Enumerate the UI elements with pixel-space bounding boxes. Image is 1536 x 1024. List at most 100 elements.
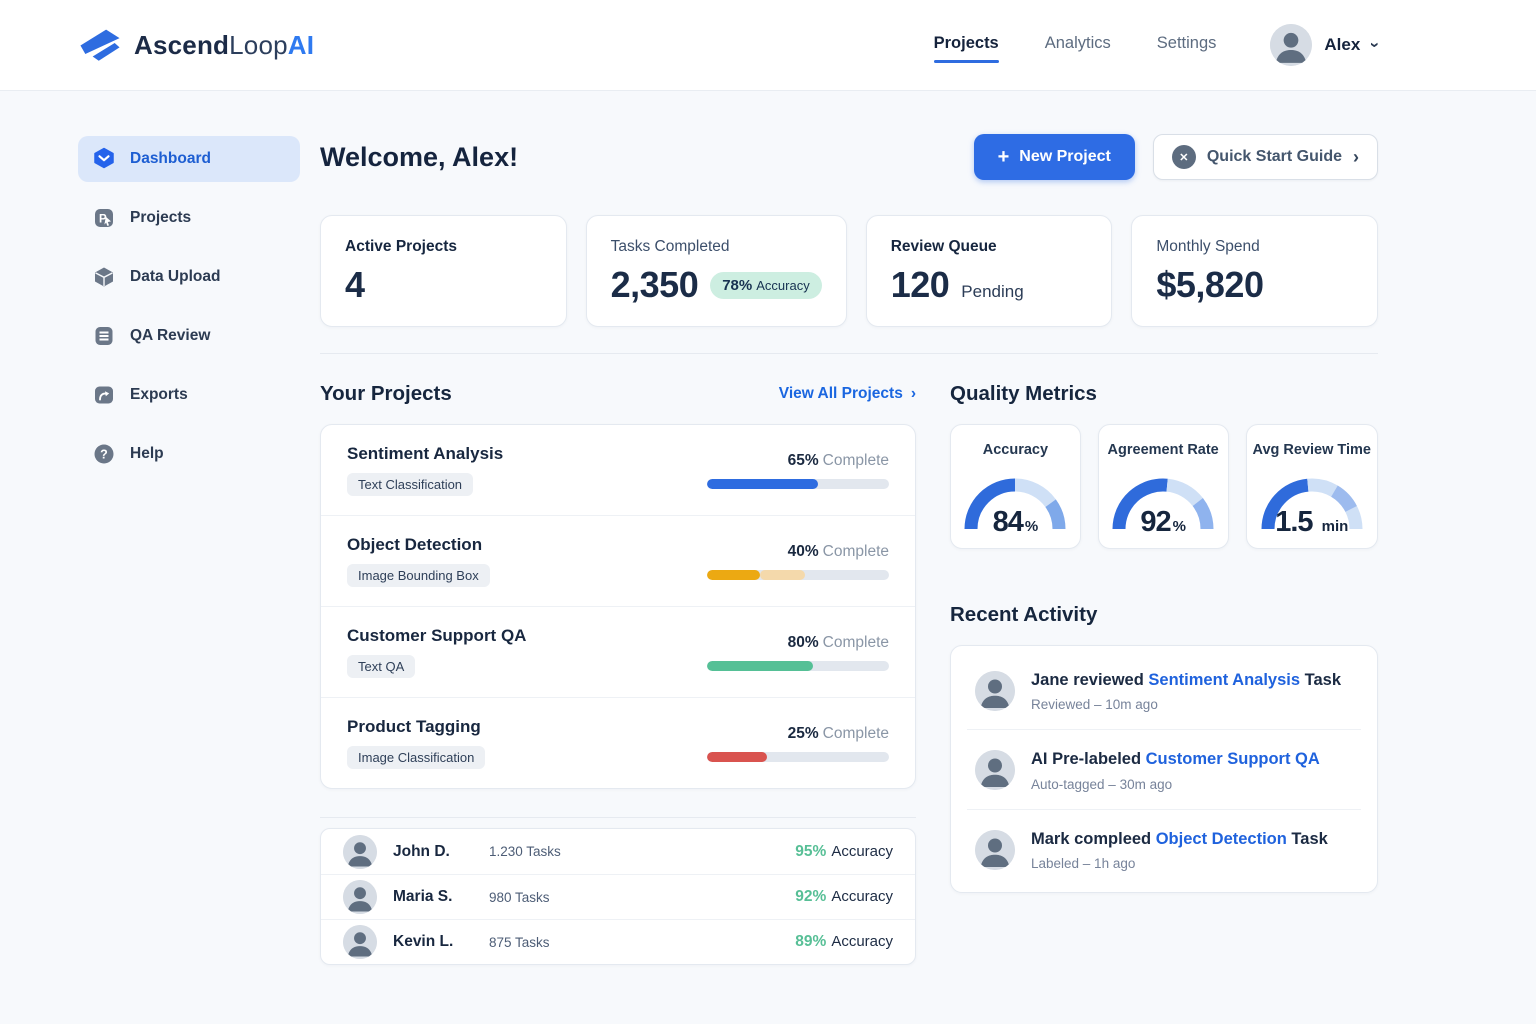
stat-value: 4: [345, 264, 365, 306]
stat-cards: Active Projects 4 Tasks Completed 2,350 …: [320, 215, 1378, 327]
accuracy-suffix: Accuracy: [831, 843, 893, 860]
help-icon: ?: [92, 442, 116, 466]
team-list-card: John D. 1.230 Tasks 95% Accuracy Maria S.…: [320, 828, 916, 965]
team-divider: [320, 817, 916, 818]
nav-tab-projects[interactable]: Projects: [934, 34, 999, 57]
sidebar-item-label: QA Review: [130, 327, 210, 345]
activity-text: AI Pre-labeled Customer Support QA: [1031, 748, 1320, 770]
member-tasks: 1.230 Tasks: [489, 844, 561, 859]
member-tasks: 980 Tasks: [489, 890, 550, 905]
sidebar-item-data-upload[interactable]: Data Upload: [78, 254, 300, 300]
sidebar-item-label: Exports: [130, 386, 188, 404]
recent-activity-card: Jane reviewed Sentiment Analysis Task Re…: [950, 645, 1378, 893]
brand-logo: AscendLoopAI: [78, 27, 314, 64]
accuracy-badge: 78%Accuracy: [710, 272, 822, 299]
project-name: Customer Support QA: [347, 626, 707, 646]
nav-tab-analytics[interactable]: Analytics: [1045, 34, 1111, 57]
member-name: Maria S.: [393, 888, 481, 906]
stat-suffix: Pending: [961, 282, 1023, 302]
header-actions: + New Project ✕ Quick Start Guide ›: [974, 134, 1378, 180]
nav-tab-settings[interactable]: Settings: [1157, 34, 1217, 57]
gauge-card-agreement-rate: Agreement Rate 92%: [1098, 424, 1229, 549]
section-title: Recent Activity: [950, 603, 1097, 627]
team-row[interactable]: John D. 1.230 Tasks 95% Accuracy: [321, 829, 915, 874]
sidebar-item-dashboard[interactable]: Dashboard: [78, 136, 300, 182]
sidebar-item-help[interactable]: ? Help: [78, 431, 300, 477]
section-title: Your Projects: [320, 382, 452, 406]
brand-logo-icon: [78, 27, 122, 64]
stat-label: Review Queue: [891, 238, 1088, 256]
brand-name-part2: Loop: [229, 30, 288, 60]
member-tasks: 875 Tasks: [489, 935, 550, 950]
chevron-down-icon: ›: [1365, 42, 1385, 48]
member-avatar: [343, 835, 377, 869]
activity-project-link[interactable]: Object Detection: [1156, 830, 1287, 848]
chevron-right-icon: ›: [1353, 147, 1359, 168]
top-bar: AscendLoopAI Projects Analytics Settings…: [0, 0, 1536, 91]
recent-activity-header: Recent Activity: [950, 603, 1378, 627]
project-row-object-detection[interactable]: Object Detection Image Bounding Box 40%C…: [321, 515, 915, 606]
activity-avatar: [975, 830, 1015, 870]
stat-value: $5,820: [1156, 264, 1263, 306]
member-avatar: [343, 925, 377, 959]
progress-suffix: Complete: [823, 725, 889, 742]
dashboard-icon: [92, 147, 116, 171]
progress-bar: [707, 479, 889, 489]
gauge-value: 84%: [957, 506, 1074, 539]
user-menu[interactable]: Alex ›: [1270, 24, 1378, 66]
activity-row[interactable]: Mark compleed Object Detection Task Labe…: [951, 809, 1377, 888]
member-name: Kevin L.: [393, 933, 481, 951]
activity-text: Mark compleed Object Detection Task: [1031, 828, 1328, 850]
progress-percent: 80%: [788, 634, 819, 651]
stat-value: 2,350: [611, 264, 699, 306]
quick-start-label: Quick Start Guide: [1207, 148, 1342, 166]
stat-card-monthly-spend: Monthly Spend $5,820: [1131, 215, 1378, 327]
accuracy-value: 89%: [795, 933, 826, 950]
project-progress: 25%Complete: [707, 725, 889, 762]
progress-bar: [707, 661, 889, 671]
dismiss-circle-icon: ✕: [1172, 145, 1196, 169]
new-project-button[interactable]: + New Project: [974, 134, 1135, 180]
stat-label: Active Projects: [345, 238, 542, 256]
plus-icon: +: [998, 147, 1010, 167]
sidebar-item-exports[interactable]: Exports: [78, 372, 300, 418]
activity-project-link[interactable]: Customer Support QA: [1146, 750, 1320, 768]
user-name: Alex: [1324, 35, 1360, 55]
project-row-sentiment-analysis[interactable]: Sentiment Analysis Text Classification 6…: [321, 425, 915, 515]
activity-meta: Auto-tagged – 30m ago: [1031, 777, 1320, 792]
brand-name: AscendLoopAI: [134, 30, 314, 61]
view-all-label: View All Projects: [779, 385, 903, 403]
activity-row[interactable]: AI Pre-labeled Customer Support QA Auto-…: [951, 729, 1377, 808]
section-divider: [320, 353, 1378, 354]
project-row-customer-support-qa[interactable]: Customer Support QA Text QA 80%Complete: [321, 606, 915, 697]
team-row[interactable]: Maria S. 980 Tasks 92%Accuracy: [321, 874, 915, 919]
progress-percent: 40%: [788, 543, 819, 560]
badge-label: Accuracy: [756, 278, 809, 293]
sidebar-item-label: Help: [130, 445, 164, 463]
accuracy-value: 95%: [795, 843, 826, 860]
gauge-value: 1.5 min: [1253, 506, 1371, 539]
stat-value: 120: [891, 264, 950, 306]
sidebar-item-qa-review[interactable]: QA Review: [78, 313, 300, 359]
view-all-projects-link[interactable]: View All Projects ›: [779, 385, 916, 403]
quick-start-guide-button[interactable]: ✕ Quick Start Guide ›: [1153, 134, 1378, 180]
activity-text: Jane reviewed Sentiment Analysis Task: [1031, 669, 1341, 691]
team-row[interactable]: Kevin L. 875 Tasks 89%Accuracy: [321, 919, 915, 964]
progress-percent: 25%: [788, 725, 819, 742]
stat-card-tasks-completed: Tasks Completed 2,350 78%Accuracy: [586, 215, 847, 327]
project-tag: Image Classification: [347, 746, 485, 769]
member-name: John D.: [393, 843, 481, 861]
member-avatar: [343, 880, 377, 914]
chevron-right-icon: ›: [911, 385, 916, 403]
sidebar-item-projects[interactable]: P Projects: [78, 195, 300, 241]
gauge-card-avg-review-time: Avg Review Time 1.5 min: [1246, 424, 1378, 549]
activity-meta: Labeled – 1h ago: [1031, 856, 1328, 871]
gauge-label: Avg Review Time: [1253, 442, 1371, 458]
sidebar-item-label: Data Upload: [130, 268, 220, 286]
project-name: Object Detection: [347, 535, 707, 555]
activity-row[interactable]: Jane reviewed Sentiment Analysis Task Re…: [951, 650, 1377, 729]
project-row-product-tagging[interactable]: Product Tagging Image Classification 25%…: [321, 697, 915, 788]
activity-project-link[interactable]: Sentiment Analysis: [1148, 671, 1300, 689]
qa-review-icon: [92, 324, 116, 348]
stat-card-review-queue: Review Queue 120 Pending: [866, 215, 1113, 327]
